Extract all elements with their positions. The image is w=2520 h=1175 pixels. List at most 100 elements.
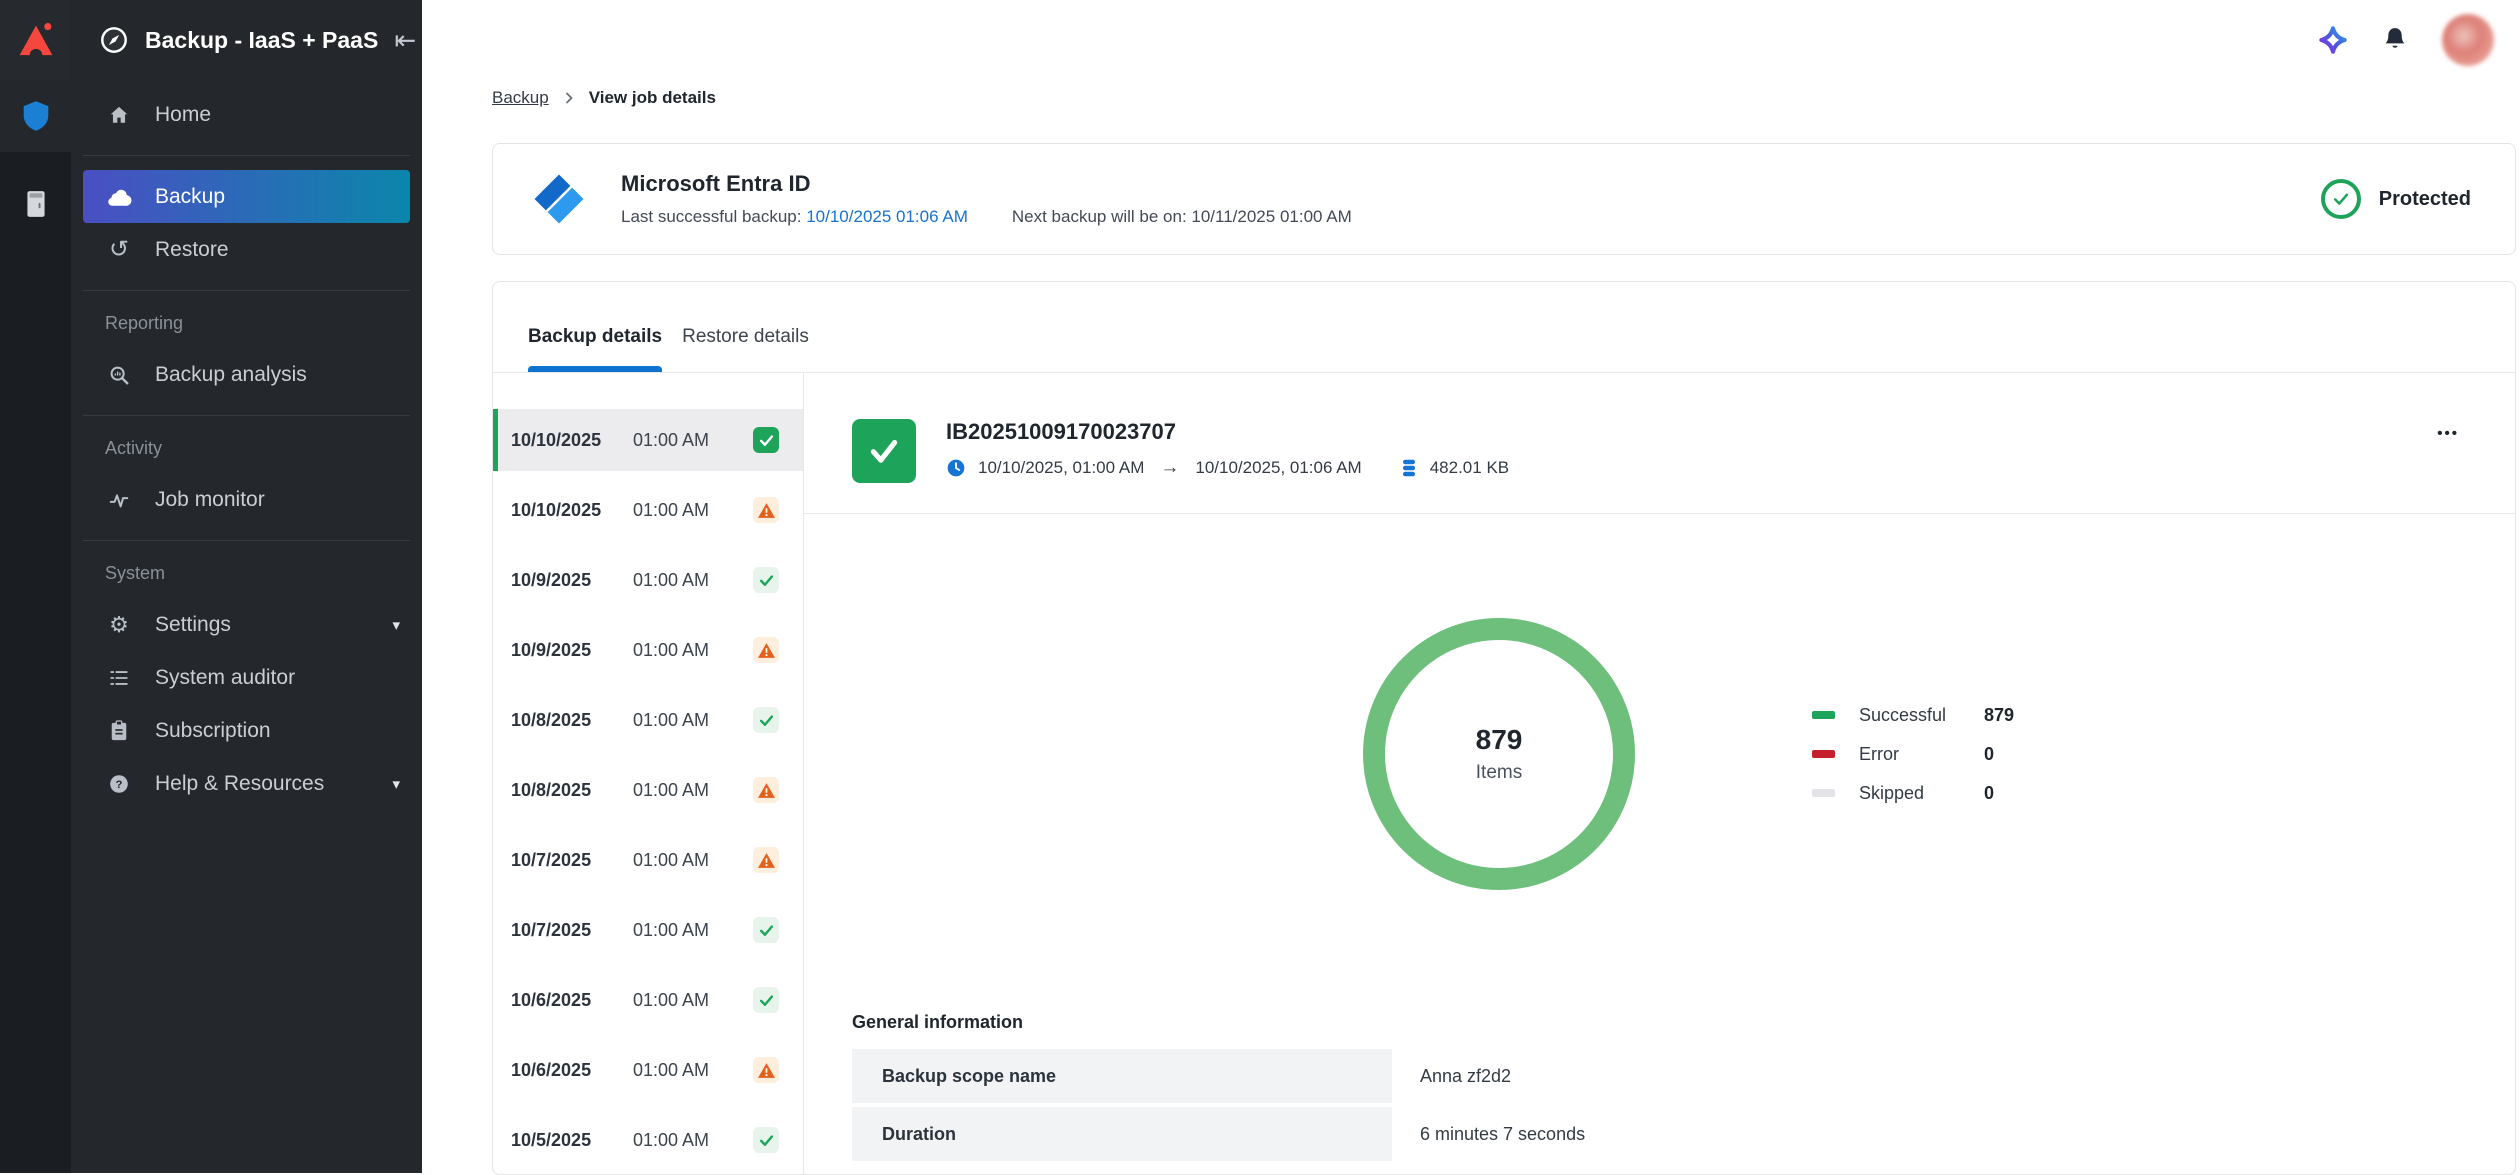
server-appliance-icon: [23, 189, 49, 219]
job-detail-header: IB20251009170023707 10/10/2025, 01:00 AM…: [852, 419, 2485, 483]
status-success-icon: [753, 1127, 779, 1153]
legend-value: 879: [1984, 705, 2014, 726]
legend-value: 0: [1984, 783, 1994, 804]
copilot-sparkle-icon[interactable]: [2318, 25, 2348, 55]
status-warning-icon: [753, 1057, 779, 1083]
legend-item-error: Error 0: [1812, 742, 2014, 766]
row-label: Duration: [852, 1107, 1392, 1161]
status-success-icon: [753, 987, 779, 1013]
table-row: Backup scope name Anna zf2d2: [852, 1049, 2485, 1103]
breadcrumb-separator-icon: [563, 92, 575, 104]
job-date: 10/8/2025: [511, 780, 623, 801]
resource-title: Microsoft Entra ID: [621, 171, 1352, 197]
sidebar-item-label: Backup analysis: [155, 363, 307, 387]
job-date: 10/7/2025: [511, 920, 623, 941]
breadcrumb: Backup View job details: [492, 80, 2516, 116]
general-info-table: Backup scope name Anna zf2d2 Duration 6 …: [852, 1049, 2485, 1165]
sidebar-header: Backup - IaaS + PaaS ⇤: [71, 0, 422, 80]
job-list-item[interactable]: 10/8/2025 01:00 AM: [493, 689, 803, 751]
job-list-item[interactable]: 10/6/2025 01:00 AM: [493, 1039, 803, 1101]
sidebar-item-job-monitor[interactable]: Job monitor: [83, 473, 410, 526]
job-time: 01:00 AM: [633, 780, 709, 801]
sidebar-item-help-resources[interactable]: ? Help & Resources ▾: [83, 757, 410, 810]
job-list-item[interactable]: 10/9/2025 01:00 AM: [493, 549, 803, 611]
sidebar-item-home[interactable]: Home: [83, 88, 410, 141]
last-backup-date-link[interactable]: 10/10/2025 01:06 AM: [806, 207, 968, 226]
job-size: 482.01 KB: [1430, 458, 1509, 478]
sidebar-item-label: System auditor: [155, 666, 295, 690]
job-date: 10/6/2025: [511, 1060, 623, 1081]
acronis-a-icon: [15, 19, 57, 61]
chevron-down-icon: ▾: [392, 616, 400, 634]
status-success-icon: [753, 707, 779, 733]
job-list-item[interactable]: 10/5/2025 01:00 AM: [493, 1109, 803, 1171]
section-label-activity: Activity: [105, 438, 422, 459]
row-label: Backup scope name: [852, 1049, 1392, 1103]
breadcrumb-link-backup[interactable]: Backup: [492, 88, 549, 108]
sidebar: Backup - IaaS + PaaS ⇤ Home Backup ↺ Res…: [71, 0, 422, 1173]
job-list-item[interactable]: 10/10/2025 01:00 AM: [493, 479, 803, 541]
section-label-system: System: [105, 563, 422, 584]
more-actions-menu-icon[interactable]: •••: [2437, 425, 2459, 442]
chevron-down-icon: ▾: [392, 775, 400, 793]
status-warning-icon: [753, 847, 779, 873]
status-success-icon: [753, 427, 779, 453]
help-question-icon: ?: [105, 773, 133, 795]
job-date: 10/5/2025: [511, 1130, 623, 1151]
sidebar-item-backup[interactable]: Backup: [83, 170, 410, 223]
entra-id-logo: [531, 171, 587, 227]
database-size-icon: [1400, 458, 1418, 478]
job-detail-panel: IB20251009170023707 10/10/2025, 01:00 AM…: [804, 373, 2515, 1174]
user-avatar[interactable]: [2442, 14, 2494, 66]
job-date: 10/10/2025: [511, 500, 623, 521]
collapse-sidebar-icon[interactable]: ⇤: [394, 27, 416, 53]
analysis-magnifier-icon: [105, 364, 133, 386]
job-date: 10/6/2025: [511, 990, 623, 1011]
job-list-item[interactable]: 10/7/2025 01:00 AM: [493, 899, 803, 961]
tab-backup-details[interactable]: Backup details: [528, 326, 662, 372]
sidebar-nav: Home Backup ↺ Restore Reporting: [71, 80, 422, 810]
legend-label: Successful: [1859, 705, 1984, 726]
legend-value: 0: [1984, 744, 1994, 765]
sidebar-item-backup-analysis[interactable]: Backup analysis: [83, 348, 410, 401]
sidebar-item-label: Backup: [155, 185, 225, 209]
rail-item-appliance[interactable]: [0, 168, 71, 240]
chart-legend: Successful 879 Error 0 Skipped 0: [1812, 703, 2014, 805]
sidebar-item-system-auditor[interactable]: System auditor: [83, 651, 410, 704]
job-time: 01:00 AM: [633, 1060, 709, 1081]
legend-label: Skipped: [1859, 783, 1984, 804]
job-list-item[interactable]: 10/9/2025 01:00 AM: [493, 619, 803, 681]
items-donut-chart: 879 Items: [1363, 618, 1635, 890]
home-icon: [105, 104, 133, 126]
table-row: Duration 6 minutes 7 seconds: [852, 1107, 2485, 1161]
product-title: Backup - IaaS + PaaS: [145, 27, 378, 54]
job-time: 01:00 AM: [633, 570, 709, 591]
job-time: 01:00 AM: [633, 640, 709, 661]
status-success-icon: [753, 567, 779, 593]
job-list-item[interactable]: 10/6/2025 01:00 AM: [493, 969, 803, 1031]
acronis-logo: [0, 0, 71, 80]
pulse-icon: [105, 489, 133, 511]
job-list-item[interactable]: 10/7/2025 01:00 AM: [493, 829, 803, 891]
sidebar-item-subscription[interactable]: Subscription: [83, 704, 410, 757]
main-content: Backup View job details Microsoft Entra …: [422, 0, 2520, 1173]
tab-restore-details[interactable]: Restore details: [682, 326, 809, 372]
legend-swatch-error: [1812, 750, 1835, 758]
sidebar-item-restore[interactable]: ↺ Restore: [83, 223, 410, 276]
job-date: 10/10/2025: [511, 430, 623, 451]
job-list-item[interactable]: 10/8/2025 01:00 AM: [493, 759, 803, 821]
items-summary-chart: 879 Items Successful 879 Error 0: [852, 514, 2485, 994]
cloud-backup-icon: [105, 187, 133, 207]
tabs: Backup details Restore details: [493, 282, 2515, 373]
legend-item-successful: Successful 879: [1812, 703, 2014, 727]
sidebar-item-settings[interactable]: ⚙ Settings ▾: [83, 598, 410, 651]
svg-text:?: ?: [116, 779, 123, 791]
job-date: 10/8/2025: [511, 710, 623, 731]
audit-list-icon: [105, 667, 133, 689]
notifications-bell-icon[interactable]: [2382, 26, 2408, 54]
last-backup-text: Last successful backup: 10/10/2025 01:06…: [621, 207, 968, 227]
rail-item-protection[interactable]: [0, 80, 71, 152]
job-date: 10/9/2025: [511, 570, 623, 591]
job-list-item[interactable]: 10/10/2025 01:00 AM: [493, 409, 803, 471]
next-backup-text: Next backup will be on: 10/11/2025 01:00…: [1012, 207, 1352, 227]
